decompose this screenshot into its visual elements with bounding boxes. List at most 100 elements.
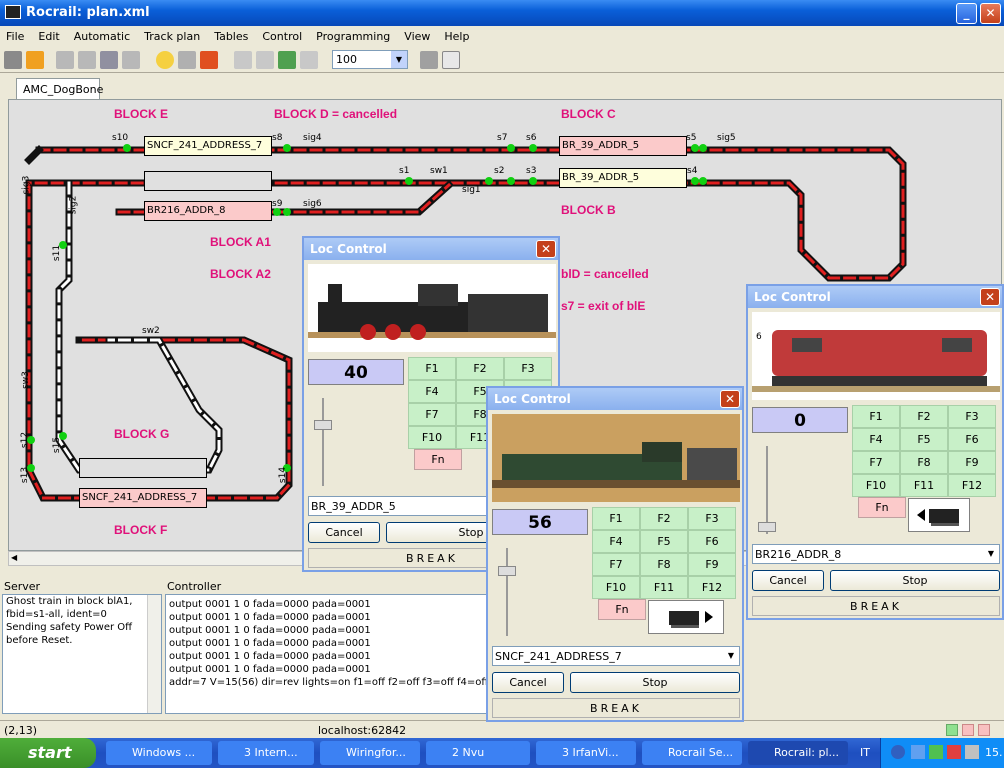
loc2-speed-slider[interactable] [496,548,518,636]
server-scrollbar[interactable] [147,595,161,713]
signal-sig6[interactable]: sig6 [303,199,322,209]
block-e[interactable]: SNCF_241_ADDRESS_7 [144,136,272,156]
sensor-s7[interactable]: s7 [497,133,507,143]
connect-icon[interactable] [4,51,22,69]
loc3-f2-button[interactable]: F2 [900,405,948,428]
loc3-stop-button[interactable]: Stop [830,570,1000,591]
sensor-s3[interactable]: s3 [526,166,536,176]
loc3-speed-slider[interactable] [756,446,778,534]
copy-icon[interactable] [56,51,74,69]
block-middle[interactable] [144,171,272,191]
table-icon[interactable] [234,51,252,69]
loc2-f9-button[interactable]: F9 [688,553,736,576]
loc1-cancel-button[interactable]: Cancel [308,522,380,543]
loc3-f6-button[interactable]: F6 [948,428,996,451]
loc3-f12-button[interactable]: F12 [948,474,996,497]
loc2-break-button[interactable]: BREAK [492,698,740,718]
sensor-s13[interactable]: s13 [20,467,30,483]
loc3-f3-button[interactable]: F3 [948,405,996,428]
menu-control[interactable]: Control [262,30,302,43]
sensor-s1[interactable]: s1 [399,166,409,176]
controller-log[interactable]: output 0001 1 0 fada=0000 pada=0001 outp… [165,594,490,714]
loc3-direction-loco-icon[interactable] [908,498,970,532]
language-indicator[interactable]: IT [860,746,870,759]
loc2-cancel-button[interactable]: Cancel [492,672,564,693]
task-wiringfor[interactable]: Wiringfor... [320,741,420,765]
grid-icon[interactable] [278,51,296,69]
loc3-close-icon[interactable]: ✕ [980,288,1000,306]
task-internet[interactable]: 3 Intern... [218,741,314,765]
sensor-s14[interactable]: s14 [278,467,288,483]
loc2-fn-button[interactable]: Fn [598,599,646,620]
menu-tables[interactable]: Tables [214,30,248,43]
signal-sig4[interactable]: sig4 [303,133,322,143]
loc2-direction-loco-icon[interactable] [648,600,724,634]
signal-sig2[interactable]: sig2 [68,196,78,215]
loc1-fn-button[interactable]: Fn [414,449,462,470]
menu-view[interactable]: View [404,30,430,43]
loc3-f7-button[interactable]: F7 [852,451,900,474]
close-button[interactable]: ✕ [980,3,1001,24]
loc3-f4-button[interactable]: F4 [852,428,900,451]
loc2-loco-select[interactable]: SNCF_241_ADDRESS_7 ▼ [492,646,740,666]
loc2-f2-button[interactable]: F2 [640,507,688,530]
scroll-left-icon[interactable]: ◀ [11,553,17,562]
loc3-cancel-button[interactable]: Cancel [752,570,824,591]
sensor-s9[interactable]: s9 [272,199,282,209]
menu-help[interactable]: Help [444,30,469,43]
menu-track-plan[interactable]: Track plan [144,30,200,43]
loc1-f3-button[interactable]: F3 [504,357,552,380]
loc3-f9-button[interactable]: F9 [948,451,996,474]
chevron-down-icon[interactable]: ▼ [984,546,998,562]
loc2-f5-button[interactable]: F5 [640,530,688,553]
chevron-down-icon[interactable]: ▼ [724,648,738,664]
lightbulb-icon[interactable] [156,51,174,69]
loc2-f10-button[interactable]: F10 [592,576,640,599]
loc3-f1-button[interactable]: F1 [852,405,900,428]
menu-programming[interactable]: Programming [316,30,390,43]
tab-plan[interactable]: AMC_DogBone [16,78,103,100]
zoom-select[interactable]: 100 ▼ [332,50,408,69]
block-b[interactable]: BR_39_ADDR_5 [559,168,687,188]
loc2-f11-button[interactable]: F11 [640,576,688,599]
menu-automatic[interactable]: Automatic [74,30,130,43]
shuffle-icon[interactable] [178,51,196,69]
loc2-f6-button[interactable]: F6 [688,530,736,553]
tray-user-icon[interactable] [929,745,943,759]
loc3-f11-button[interactable]: F11 [900,474,948,497]
loc1-f10-button[interactable]: F10 [408,426,456,449]
block-c[interactable]: BR_39_ADDR_5 [559,136,687,156]
menu-file[interactable]: File [6,30,24,43]
square-icon[interactable] [420,51,438,69]
loc3-break-button[interactable]: BREAK [752,596,1000,616]
sensor-s15[interactable]: s15 [52,437,62,453]
loc2-f7-button[interactable]: F7 [592,553,640,576]
loc3-loco-select[interactable]: BR216_ADDR_8 ▼ [752,544,1000,564]
route-icon[interactable] [256,51,274,69]
start-button[interactable]: start [0,738,96,768]
switch-sw3[interactable]: sw3 [21,371,31,389]
loc3-f8-button[interactable]: F8 [900,451,948,474]
task-rocrail-plan[interactable]: Rocrail: pl... [748,741,848,765]
loc1-close-icon[interactable]: ✕ [536,240,556,258]
sensor-s10[interactable]: s10 [112,133,128,143]
loc2-f3-button[interactable]: F3 [688,507,736,530]
loc3-f5-button[interactable]: F5 [900,428,948,451]
signal-sig3[interactable]: sig3 [21,176,31,195]
switch-sw2[interactable]: sw2 [142,326,160,336]
loc2-f8-button[interactable]: F8 [640,553,688,576]
task-rocrail-server[interactable]: Rocrail Se... [642,741,742,765]
sensor-s4[interactable]: s4 [687,166,697,176]
tray-back-icon[interactable] [891,745,905,759]
save-icon[interactable] [100,51,118,69]
sensor-s12[interactable]: s12 [20,432,30,448]
sensor-s5[interactable]: s5 [686,133,696,143]
sensor-s6[interactable]: s6 [526,133,536,143]
up-arrow-icon[interactable] [26,51,44,69]
loc1-f4-button[interactable]: F4 [408,380,456,403]
task-nvu[interactable]: 2 Nvu [426,741,530,765]
loc1-f2-button[interactable]: F2 [456,357,504,380]
signal-sig1[interactable]: sig1 [462,185,481,195]
block-a1[interactable]: BR216_ADDR_8 [144,201,272,221]
loc1-f1-button[interactable]: F1 [408,357,456,380]
